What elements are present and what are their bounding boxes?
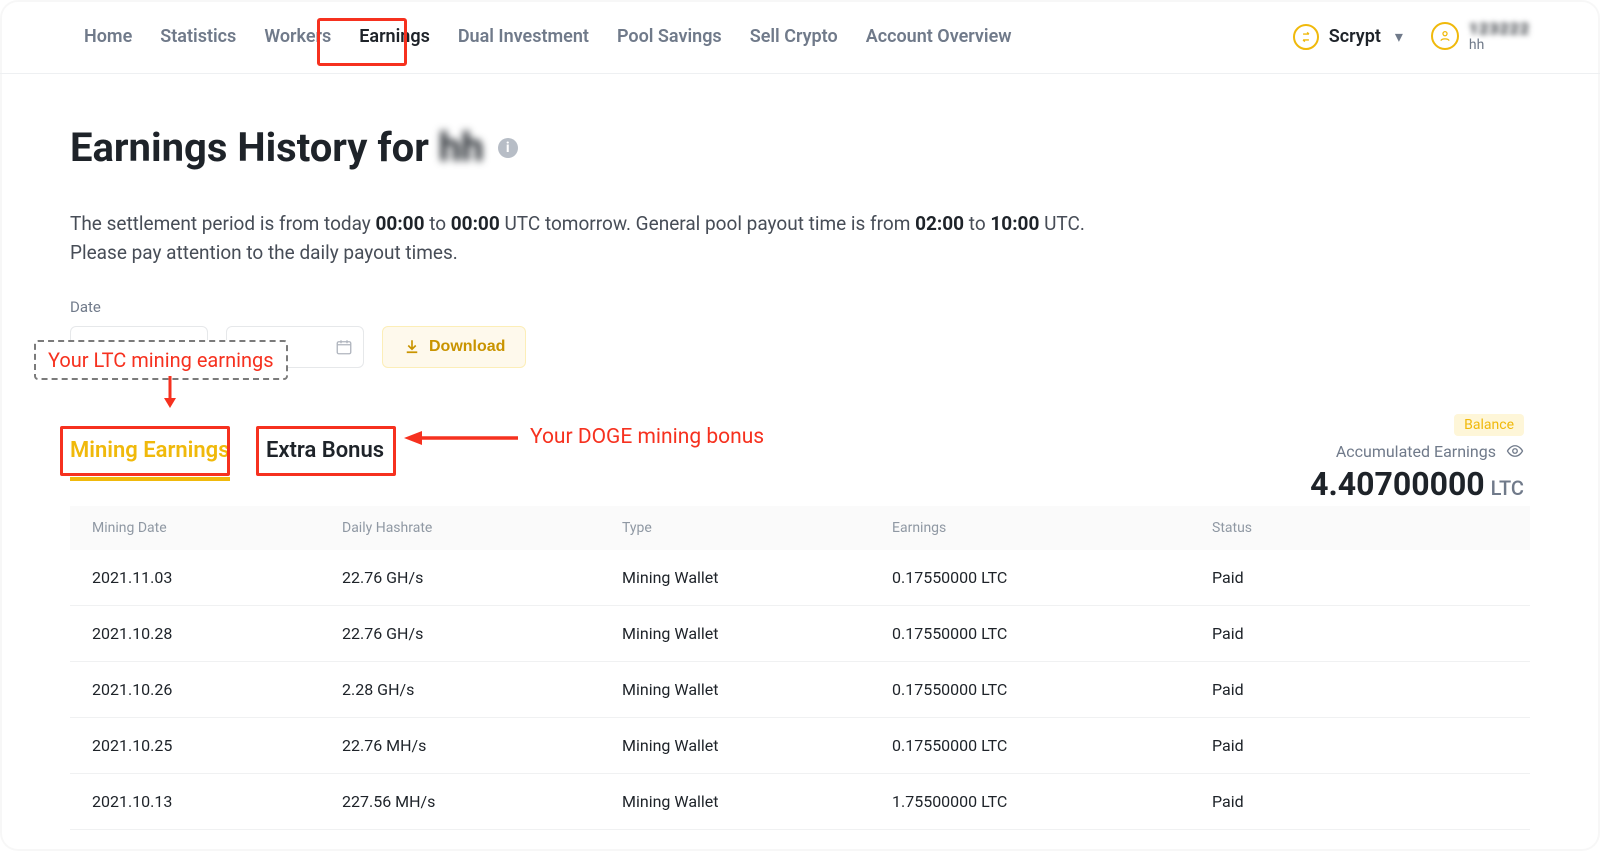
- tab-extra-bonus[interactable]: Extra Bonus: [266, 438, 384, 463]
- cell-status: Paid: [1212, 680, 1508, 699]
- calendar-icon: [335, 338, 353, 356]
- tab-mining-earnings[interactable]: Mining Earnings: [70, 438, 230, 463]
- nav-dual-investment[interactable]: Dual Investment: [444, 2, 603, 71]
- cell-earnings: 0.17550000 LTC: [892, 680, 1212, 699]
- download-button-label: Download: [429, 338, 505, 356]
- earnings-tabs: Mining Earnings Extra Bonus Balance Accu…: [70, 424, 1530, 484]
- profile-sub: hh: [1469, 38, 1530, 53]
- nav-earnings[interactable]: Earnings: [345, 2, 444, 71]
- nav-home[interactable]: Home: [70, 2, 146, 71]
- balance-badge[interactable]: Balance: [1454, 414, 1524, 436]
- cell-date: 2021.10.26: [92, 680, 342, 699]
- date-end-input[interactable]: End: [226, 326, 364, 368]
- table-row: 2021.10.262.28 GH/sMining Wallet0.175500…: [70, 662, 1530, 718]
- date-end-placeholder: End: [237, 338, 262, 356]
- col-earnings: Earnings: [892, 520, 1212, 536]
- cell-status: Paid: [1212, 736, 1508, 755]
- cell-date: 2021.10.13: [92, 792, 342, 811]
- table-row: 2021.10.13227.56 MH/sMining Wallet1.7550…: [70, 774, 1530, 830]
- date-start-placeholder: Start: [81, 338, 113, 356]
- profile-menu[interactable]: 123222 hh: [1431, 21, 1530, 52]
- calendar-icon: [179, 338, 197, 356]
- cell-status: Paid: [1212, 568, 1508, 587]
- earnings-table: Mining Date Daily Hashrate Type Earnings…: [70, 506, 1530, 830]
- nav-pool-savings[interactable]: Pool Savings: [603, 2, 736, 71]
- cell-type: Mining Wallet: [622, 680, 892, 699]
- profile-text: 123222 hh: [1469, 21, 1530, 52]
- chevron-down-icon: ▾: [1395, 27, 1403, 46]
- nav-statistics[interactable]: Statistics: [146, 2, 250, 71]
- page-title-row: Earnings History for hh i: [70, 124, 1530, 171]
- swap-icon: [1293, 24, 1319, 50]
- cell-type: Mining Wallet: [622, 736, 892, 755]
- cell-earnings: 1.75500000 LTC: [892, 792, 1212, 811]
- table-row: 2021.10.2522.76 MH/sMining Wallet0.17550…: [70, 718, 1530, 774]
- accumulated-value: 4.40700000: [1310, 465, 1485, 503]
- profile-id: 123222: [1469, 21, 1530, 38]
- nav-account-overview[interactable]: Account Overview: [852, 2, 1026, 71]
- top-nav: Home Statistics Workers Earnings Dual In…: [0, 0, 1600, 74]
- col-mining-date: Mining Date: [92, 520, 342, 536]
- nav-workers[interactable]: Workers: [250, 2, 345, 71]
- settlement-description: The settlement period is from today 00:0…: [70, 209, 1530, 268]
- cell-earnings: 0.17550000 LTC: [892, 568, 1212, 587]
- accumulated-currency: LTC: [1491, 476, 1524, 500]
- cell-date: 2021.10.28: [92, 624, 342, 643]
- algorithm-selector[interactable]: Scrypt ▾: [1293, 24, 1403, 50]
- cell-type: Mining Wallet: [622, 624, 892, 643]
- algorithm-label: Scrypt: [1329, 26, 1381, 47]
- col-status: Status: [1212, 520, 1508, 536]
- page-title-account: hh: [439, 124, 484, 171]
- table-row: 2021.11.0322.76 GH/sMining Wallet0.17550…: [70, 550, 1530, 606]
- download-icon: [403, 338, 421, 356]
- cell-date: 2021.10.25: [92, 736, 342, 755]
- date-start-input[interactable]: Start: [70, 326, 208, 368]
- col-type: Type: [622, 520, 892, 536]
- col-daily-hashrate: Daily Hashrate: [342, 520, 622, 536]
- cell-earnings: 0.17550000 LTC: [892, 736, 1212, 755]
- table-row: 2021.10.2822.76 GH/sMining Wallet0.17550…: [70, 606, 1530, 662]
- nav-sell-crypto[interactable]: Sell Crypto: [736, 2, 852, 71]
- page-title-prefix: Earnings History for: [70, 124, 439, 171]
- cell-status: Paid: [1212, 792, 1508, 811]
- cell-date: 2021.11.03: [92, 568, 342, 587]
- cell-type: Mining Wallet: [622, 568, 892, 587]
- cell-type: Mining Wallet: [622, 792, 892, 811]
- cell-hashrate: 22.76 GH/s: [342, 624, 622, 643]
- accumulated-earnings: Accumulated Earnings 4.40700000LTC: [1310, 442, 1524, 503]
- cell-status: Paid: [1212, 624, 1508, 643]
- user-icon: [1431, 22, 1459, 50]
- accumulated-label: Accumulated Earnings: [1336, 442, 1496, 461]
- cell-earnings: 0.17550000 LTC: [892, 624, 1212, 643]
- date-label: Date: [70, 298, 1530, 316]
- info-icon[interactable]: i: [498, 138, 518, 158]
- table-header: Mining Date Daily Hashrate Type Earnings…: [70, 506, 1530, 550]
- cell-hashrate: 227.56 MH/s: [342, 792, 622, 811]
- page-title: Earnings History for hh: [70, 124, 484, 171]
- download-button[interactable]: Download: [382, 326, 526, 368]
- eye-icon[interactable]: [1506, 442, 1524, 460]
- cell-hashrate: 2.28 GH/s: [342, 680, 622, 699]
- cell-hashrate: 22.76 MH/s: [342, 736, 622, 755]
- cell-hashrate: 22.76 GH/s: [342, 568, 622, 587]
